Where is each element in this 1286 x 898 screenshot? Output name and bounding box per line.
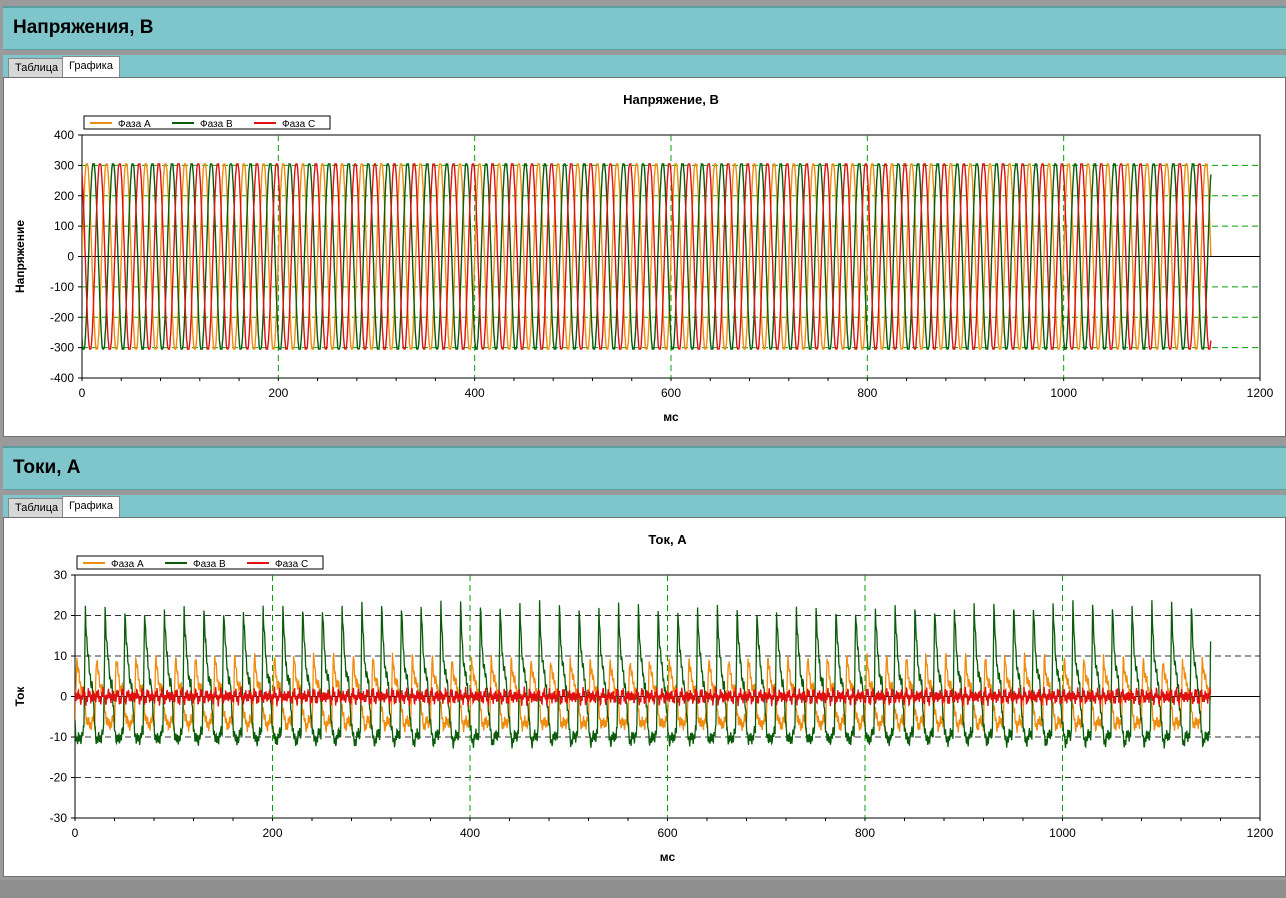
voltage-tab-graph[interactable]: Графика <box>62 56 120 77</box>
voltage-ytick-label: 300 <box>54 158 74 172</box>
voltage-panel-title: Напряжения, В <box>13 17 154 38</box>
current-tabbar: Таблица Графика <box>3 495 1286 517</box>
current-xtick-label: 600 <box>657 826 677 840</box>
voltage-xlabel: мс <box>663 410 679 424</box>
current-legend-label: Фаза A <box>111 559 144 570</box>
voltage-ytick-label: 200 <box>54 189 74 203</box>
voltage-tabbar: Таблица Графика <box>3 55 1286 77</box>
current-xtick-label: 1200 <box>1247 826 1274 840</box>
current-ytick-label: -20 <box>50 771 68 785</box>
current-ylabel: Ток <box>13 686 27 707</box>
voltage-xtick-label: 0 <box>79 386 86 400</box>
footer-strip <box>0 880 1286 898</box>
voltage-ytick-label: -200 <box>50 310 74 324</box>
voltage-ytick-label: -400 <box>50 371 74 385</box>
current-xtick-label: 0 <box>72 826 79 840</box>
voltage-chart-container: Напряжение, В 400 300 200 100 0 -100 -200 -300 -4… <box>3 77 1286 437</box>
current-chart-title: Ток, А <box>648 532 687 547</box>
current-xlabel: мс <box>660 850 676 864</box>
voltage-xtick-label: 200 <box>268 386 288 400</box>
voltage-xtick-label: 800 <box>857 386 877 400</box>
current-ytick-label: 20 <box>54 609 68 623</box>
current-legend: Фаза A Фаза B Фаза C <box>76 555 324 570</box>
voltage-ytick-label: -100 <box>50 280 74 294</box>
current-panel-title: Токи, А <box>13 457 81 478</box>
current-xtick-label: 400 <box>460 826 480 840</box>
voltage-legend-label: Фаза B <box>200 119 233 130</box>
current-tab-graph[interactable]: Графика <box>62 496 120 517</box>
voltage-legend-label: Фаза C <box>282 119 315 130</box>
voltage-xtick-label: 400 <box>465 386 485 400</box>
voltage-xtick-label: 600 <box>661 386 681 400</box>
voltage-legend: Фаза A Фаза B Фаза C <box>83 115 331 130</box>
current-xtick-label: 1000 <box>1049 826 1076 840</box>
current-xtick-label: 800 <box>855 826 875 840</box>
voltage-chart-title: Напряжение, В <box>623 92 719 107</box>
voltage-ytick-label: 100 <box>54 219 74 233</box>
current-ytick-label: 30 <box>54 568 68 582</box>
voltage-chart: Напряжение, В4003002001000-100-200-300-4… <box>13 92 1274 424</box>
current-ytick-label: -30 <box>50 811 68 825</box>
current-ytick-label: 10 <box>54 649 68 663</box>
current-xtick-label: 200 <box>262 826 282 840</box>
current-legend-label: Фаза B <box>193 559 226 570</box>
voltage-xtick-label: 1000 <box>1050 386 1077 400</box>
current-chart: Ток, А 30 20 10 0 -10 -20 -30 0 200 400 600 800 1000 1… <box>13 532 1274 864</box>
voltage-tab-table[interactable]: Таблица <box>8 58 66 77</box>
voltage-ytick-label: 0 <box>67 250 74 264</box>
current-ytick-label: -10 <box>50 730 68 744</box>
voltage-legend-label: Фаза A <box>118 119 151 130</box>
voltage-xtick-label: 1200 <box>1247 386 1274 400</box>
current-legend-label: Фаза C <box>275 559 308 570</box>
voltage-panel-header: Напряжения, В <box>3 6 1286 50</box>
current-ytick-label: 0 <box>60 690 67 704</box>
voltage-ylabel: Напряжение <box>13 220 27 293</box>
current-panel-header: Токи, А <box>3 446 1286 490</box>
current-chart-container: Ток, А 30 20 10 0 -10 -20 -30 0 200 400 600 800 1000 1… <box>3 517 1286 877</box>
voltage-ytick-label: -300 <box>50 341 74 355</box>
current-tab-table[interactable]: Таблица <box>8 498 66 517</box>
voltage-ytick-label: 400 <box>54 128 74 142</box>
